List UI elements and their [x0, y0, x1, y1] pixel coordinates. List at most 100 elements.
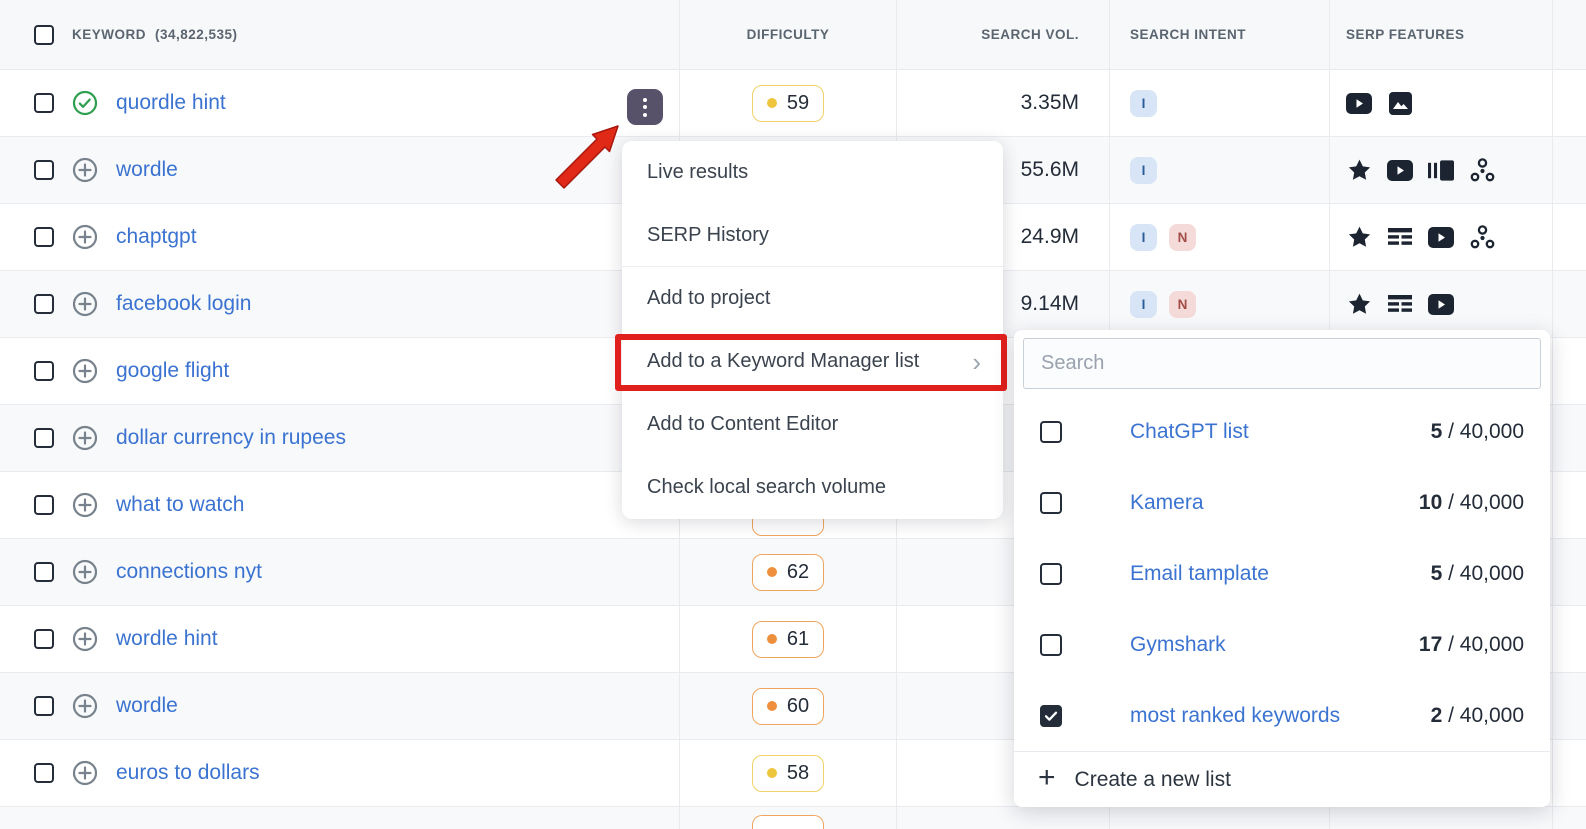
- carousel-icon: [1428, 157, 1454, 183]
- list-name-link[interactable]: ChatGPT list: [1130, 420, 1431, 444]
- keyword-link[interactable]: wordle hint: [116, 627, 218, 651]
- chevron-right-icon: ›: [972, 346, 981, 377]
- list-checkbox[interactable]: [1040, 491, 1062, 514]
- list-name-link[interactable]: Kamera: [1130, 491, 1419, 515]
- plus-circle-icon[interactable]: [72, 358, 98, 384]
- keyword-link[interactable]: euros to dollars: [116, 761, 260, 785]
- plus-circle-icon[interactable]: [72, 224, 98, 250]
- list-item[interactable]: ChatGPT list 5 / 40,000: [1014, 396, 1550, 467]
- keyword-lists: ChatGPT list 5 / 40,000 Kamera 10 / 40,0…: [1014, 396, 1550, 751]
- plus-circle-icon[interactable]: [72, 425, 98, 451]
- menu-item-add-to-project[interactable]: Add to project: [622, 267, 1003, 330]
- list-count: 2 / 40,000: [1430, 703, 1524, 727]
- keyword-link[interactable]: chaptgpt: [116, 225, 197, 249]
- video-icon: [1346, 90, 1372, 116]
- list-item[interactable]: Email tamplate 5 / 40,000: [1014, 538, 1550, 609]
- search-intent-column-header[interactable]: SEARCH INTENT: [1130, 27, 1246, 42]
- plus-circle-icon[interactable]: [72, 693, 98, 719]
- keyword-link[interactable]: dollar currency in rupees: [116, 426, 346, 450]
- row-checkbox[interactable]: [34, 160, 54, 180]
- search-input[interactable]: [1023, 338, 1541, 389]
- search-volume-value: 24.9M: [1020, 225, 1079, 248]
- list-checkbox[interactable]: [1040, 704, 1062, 727]
- plus-circle-icon[interactable]: [72, 291, 98, 317]
- difficulty-dot-icon: [766, 98, 777, 108]
- keyword-link[interactable]: quordle hint: [116, 91, 226, 115]
- menu-item-add-to-content-editor[interactable]: Add to Content Editor: [622, 393, 1003, 456]
- share-icon: [1469, 157, 1495, 183]
- row-checkbox[interactable]: [34, 93, 54, 113]
- row-checkbox[interactable]: [34, 629, 54, 649]
- list-item[interactable]: most ranked keywords 2 / 40,000: [1014, 680, 1550, 751]
- keyword-total-count: (34,822,535): [155, 27, 238, 42]
- list-name-link[interactable]: most ranked keywords: [1130, 704, 1431, 728]
- table-row-partial: [0, 807, 1586, 829]
- plus-circle-icon[interactable]: [72, 559, 98, 585]
- menu-item-add-to-keyword-manager-list[interactable]: Add to a Keyword Manager list ›: [622, 330, 1003, 393]
- select-all-checkbox[interactable]: [34, 24, 54, 45]
- plus-icon: +: [1038, 761, 1056, 794]
- share-icon: [1469, 224, 1495, 250]
- difficulty-badge: 60: [752, 687, 824, 725]
- video-icon: [1428, 291, 1454, 317]
- search-volume-column-header[interactable]: SEARCH VOL.: [981, 27, 1079, 42]
- difficulty-dot-icon: [766, 768, 777, 778]
- row-checkbox[interactable]: [34, 763, 54, 783]
- row-checkbox[interactable]: [34, 361, 54, 381]
- search-volume-value: 3.35M: [1020, 91, 1079, 114]
- row-checkbox[interactable]: [34, 294, 54, 314]
- keyword-manager-list-panel: ChatGPT list 5 / 40,000 Kamera 10 / 40,0…: [1014, 330, 1550, 807]
- table-row: quordle hint 59 3.35M I: [0, 70, 1586, 137]
- list-item[interactable]: Gymshark 17 / 40,000: [1014, 609, 1550, 680]
- keyword-link[interactable]: what to watch: [116, 493, 244, 517]
- intent-badge-n: N: [1169, 290, 1196, 318]
- difficulty-badge: 58: [752, 754, 824, 792]
- list-checkbox[interactable]: [1040, 420, 1062, 443]
- star-icon: [1346, 291, 1372, 317]
- keyword-link[interactable]: facebook login: [116, 292, 251, 316]
- list-checkbox[interactable]: [1040, 562, 1062, 585]
- keyword-column-header[interactable]: KEYWORD: [72, 27, 146, 42]
- list-count: 10 / 40,000: [1418, 490, 1524, 514]
- menu-item-serp-history[interactable]: SERP History: [622, 204, 1003, 267]
- difficulty-badge: 59: [752, 84, 824, 122]
- difficulty-dot-icon: [766, 701, 777, 711]
- plus-circle-icon[interactable]: [72, 157, 98, 183]
- list-name-link[interactable]: Gymshark: [1130, 633, 1419, 657]
- intent-badge-i: I: [1130, 223, 1157, 251]
- serp-features-column-header[interactable]: SERP FEATURES: [1346, 27, 1465, 42]
- plus-circle-icon[interactable]: [72, 626, 98, 652]
- menu-item-check-local-search-volume[interactable]: Check local search volume: [622, 456, 1003, 519]
- keyword-link[interactable]: wordle: [116, 158, 178, 182]
- difficulty-badge: 61: [752, 620, 824, 658]
- row-checkbox[interactable]: [34, 696, 54, 716]
- row-checkbox[interactable]: [34, 495, 54, 515]
- row-actions-menu: Live results SERP History Add to project…: [622, 141, 1003, 519]
- row-checkbox[interactable]: [34, 428, 54, 448]
- list-item[interactable]: Kamera 10 / 40,000: [1014, 467, 1550, 538]
- create-new-list-button[interactable]: + Create a new list: [1014, 751, 1550, 807]
- list-name-link[interactable]: Email tamplate: [1130, 562, 1431, 586]
- plus-circle-icon[interactable]: [72, 760, 98, 786]
- difficulty-column-header[interactable]: DIFFICULTY: [747, 27, 830, 42]
- difficulty-badge: 62: [752, 553, 824, 591]
- row-checkbox[interactable]: [34, 227, 54, 247]
- row-actions-button[interactable]: [627, 89, 663, 125]
- keyword-magic-tool-screen: KEYWORD (34,822,535) DIFFICULTY SEARCH V…: [0, 0, 1586, 829]
- intent-badge-n: N: [1169, 223, 1196, 251]
- check-circle-icon[interactable]: [72, 90, 98, 116]
- list-count: 17 / 40,000: [1418, 632, 1524, 656]
- list-count: 5 / 40,000: [1430, 561, 1524, 585]
- difficulty-badge: [752, 815, 824, 829]
- keyword-link[interactable]: connections nyt: [116, 560, 262, 584]
- difficulty-dot-icon: [766, 634, 777, 644]
- search-volume-value: 9.14M: [1020, 292, 1079, 315]
- keyword-link[interactable]: wordle: [116, 694, 178, 718]
- plus-circle-icon[interactable]: [72, 492, 98, 518]
- row-checkbox[interactable]: [34, 562, 54, 582]
- menu-item-live-results[interactable]: Live results: [622, 141, 1003, 204]
- table-header: KEYWORD (34,822,535) DIFFICULTY SEARCH V…: [0, 0, 1586, 70]
- keyword-link[interactable]: google flight: [116, 359, 229, 383]
- list-checkbox[interactable]: [1040, 633, 1062, 656]
- sitelinks-icon: [1387, 224, 1413, 250]
